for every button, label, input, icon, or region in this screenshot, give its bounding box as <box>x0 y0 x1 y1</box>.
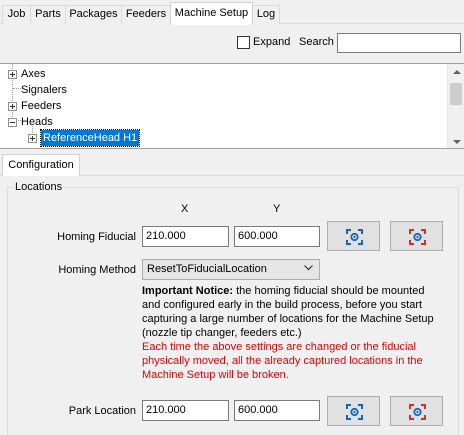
tab-parts[interactable]: Parts <box>30 5 66 24</box>
tree-item-label: Heads <box>21 116 53 128</box>
chevron-down-icon <box>304 265 313 271</box>
expand-checkbox[interactable] <box>237 36 250 49</box>
scroll-thumb[interactable] <box>450 83 462 105</box>
homing-fiducial-x-input[interactable]: 210.000 <box>142 226 229 247</box>
expand-label: Expand <box>253 36 291 48</box>
expand-icon[interactable] <box>28 134 37 143</box>
tab-machine-setup[interactable]: Machine Setup <box>170 2 253 25</box>
park-location-label: Park Location <box>68 405 136 417</box>
collapse-icon[interactable] <box>8 118 17 127</box>
expand-icon[interactable] <box>8 102 17 111</box>
scroll-up-icon[interactable] <box>448 64 464 81</box>
homing-fiducial-y-input[interactable]: 600.000 <box>234 226 320 247</box>
capture-tool-location-button[interactable] <box>390 396 443 426</box>
capture-camera-location-button[interactable] <box>327 396 380 426</box>
homing-method-value: ResetToFiducialLocation <box>147 263 267 275</box>
tree-toolbar: Expand Search <box>0 25 464 60</box>
homing-fiducial-label: Homing Fiducial <box>57 231 136 243</box>
expand-icon[interactable] <box>8 70 17 79</box>
machine-setup-window: Job Parts Packages Feeders Machine Setup… <box>0 0 464 435</box>
tree-item-label: Signalers <box>21 84 67 96</box>
configuration-panel: Locations X Y Homing Fiducial 210.000 60… <box>0 176 464 435</box>
capture-tool-icon <box>409 404 426 420</box>
tree-item-label: ReferenceHead H1 <box>39 129 141 147</box>
main-tab-bar: Job Parts Packages Feeders Machine Setup… <box>0 0 464 25</box>
tab-feeders[interactable]: Feeders <box>121 5 171 24</box>
capture-camera-icon <box>346 229 363 245</box>
search-input[interactable] <box>337 33 461 53</box>
search-label: Search <box>299 36 334 48</box>
tab-packages[interactable]: Packages <box>65 5 122 24</box>
park-location-x-input[interactable]: 210.000 <box>142 400 229 421</box>
capture-camera-icon <box>346 404 363 420</box>
tree-item-label: Axes <box>21 68 46 80</box>
locations-group-title: Locations <box>13 181 65 193</box>
column-x-header: X <box>181 203 189 215</box>
homing-method-select[interactable]: ResetToFiducialLocation <box>142 259 320 280</box>
homing-notice: Important Notice: the homing fiducial sh… <box>142 284 442 340</box>
park-location-y-input[interactable]: 600.000 <box>234 400 320 421</box>
machine-tree: Axes Signalers Feeders Heads ReferenceHe… <box>0 63 464 149</box>
scroll-down-icon[interactable] <box>448 133 464 148</box>
homing-method-label: Homing Method <box>58 264 136 276</box>
notice-heading: Important Notice: <box>142 285 234 297</box>
config-tab-bar: Configuration <box>0 154 464 176</box>
capture-tool-location-button[interactable] <box>390 221 443 251</box>
tree-item-label: Feeders <box>21 100 62 112</box>
capture-tool-icon <box>409 229 426 245</box>
tab-configuration[interactable]: Configuration <box>2 154 80 176</box>
capture-camera-location-button[interactable] <box>327 221 380 251</box>
tab-log[interactable]: Log <box>252 5 280 24</box>
tree-scrollbar[interactable] <box>447 64 464 148</box>
homing-warning: Each time the above settings are changed… <box>142 341 423 381</box>
column-y-header: Y <box>273 203 281 215</box>
tab-job[interactable]: Job <box>2 5 31 24</box>
